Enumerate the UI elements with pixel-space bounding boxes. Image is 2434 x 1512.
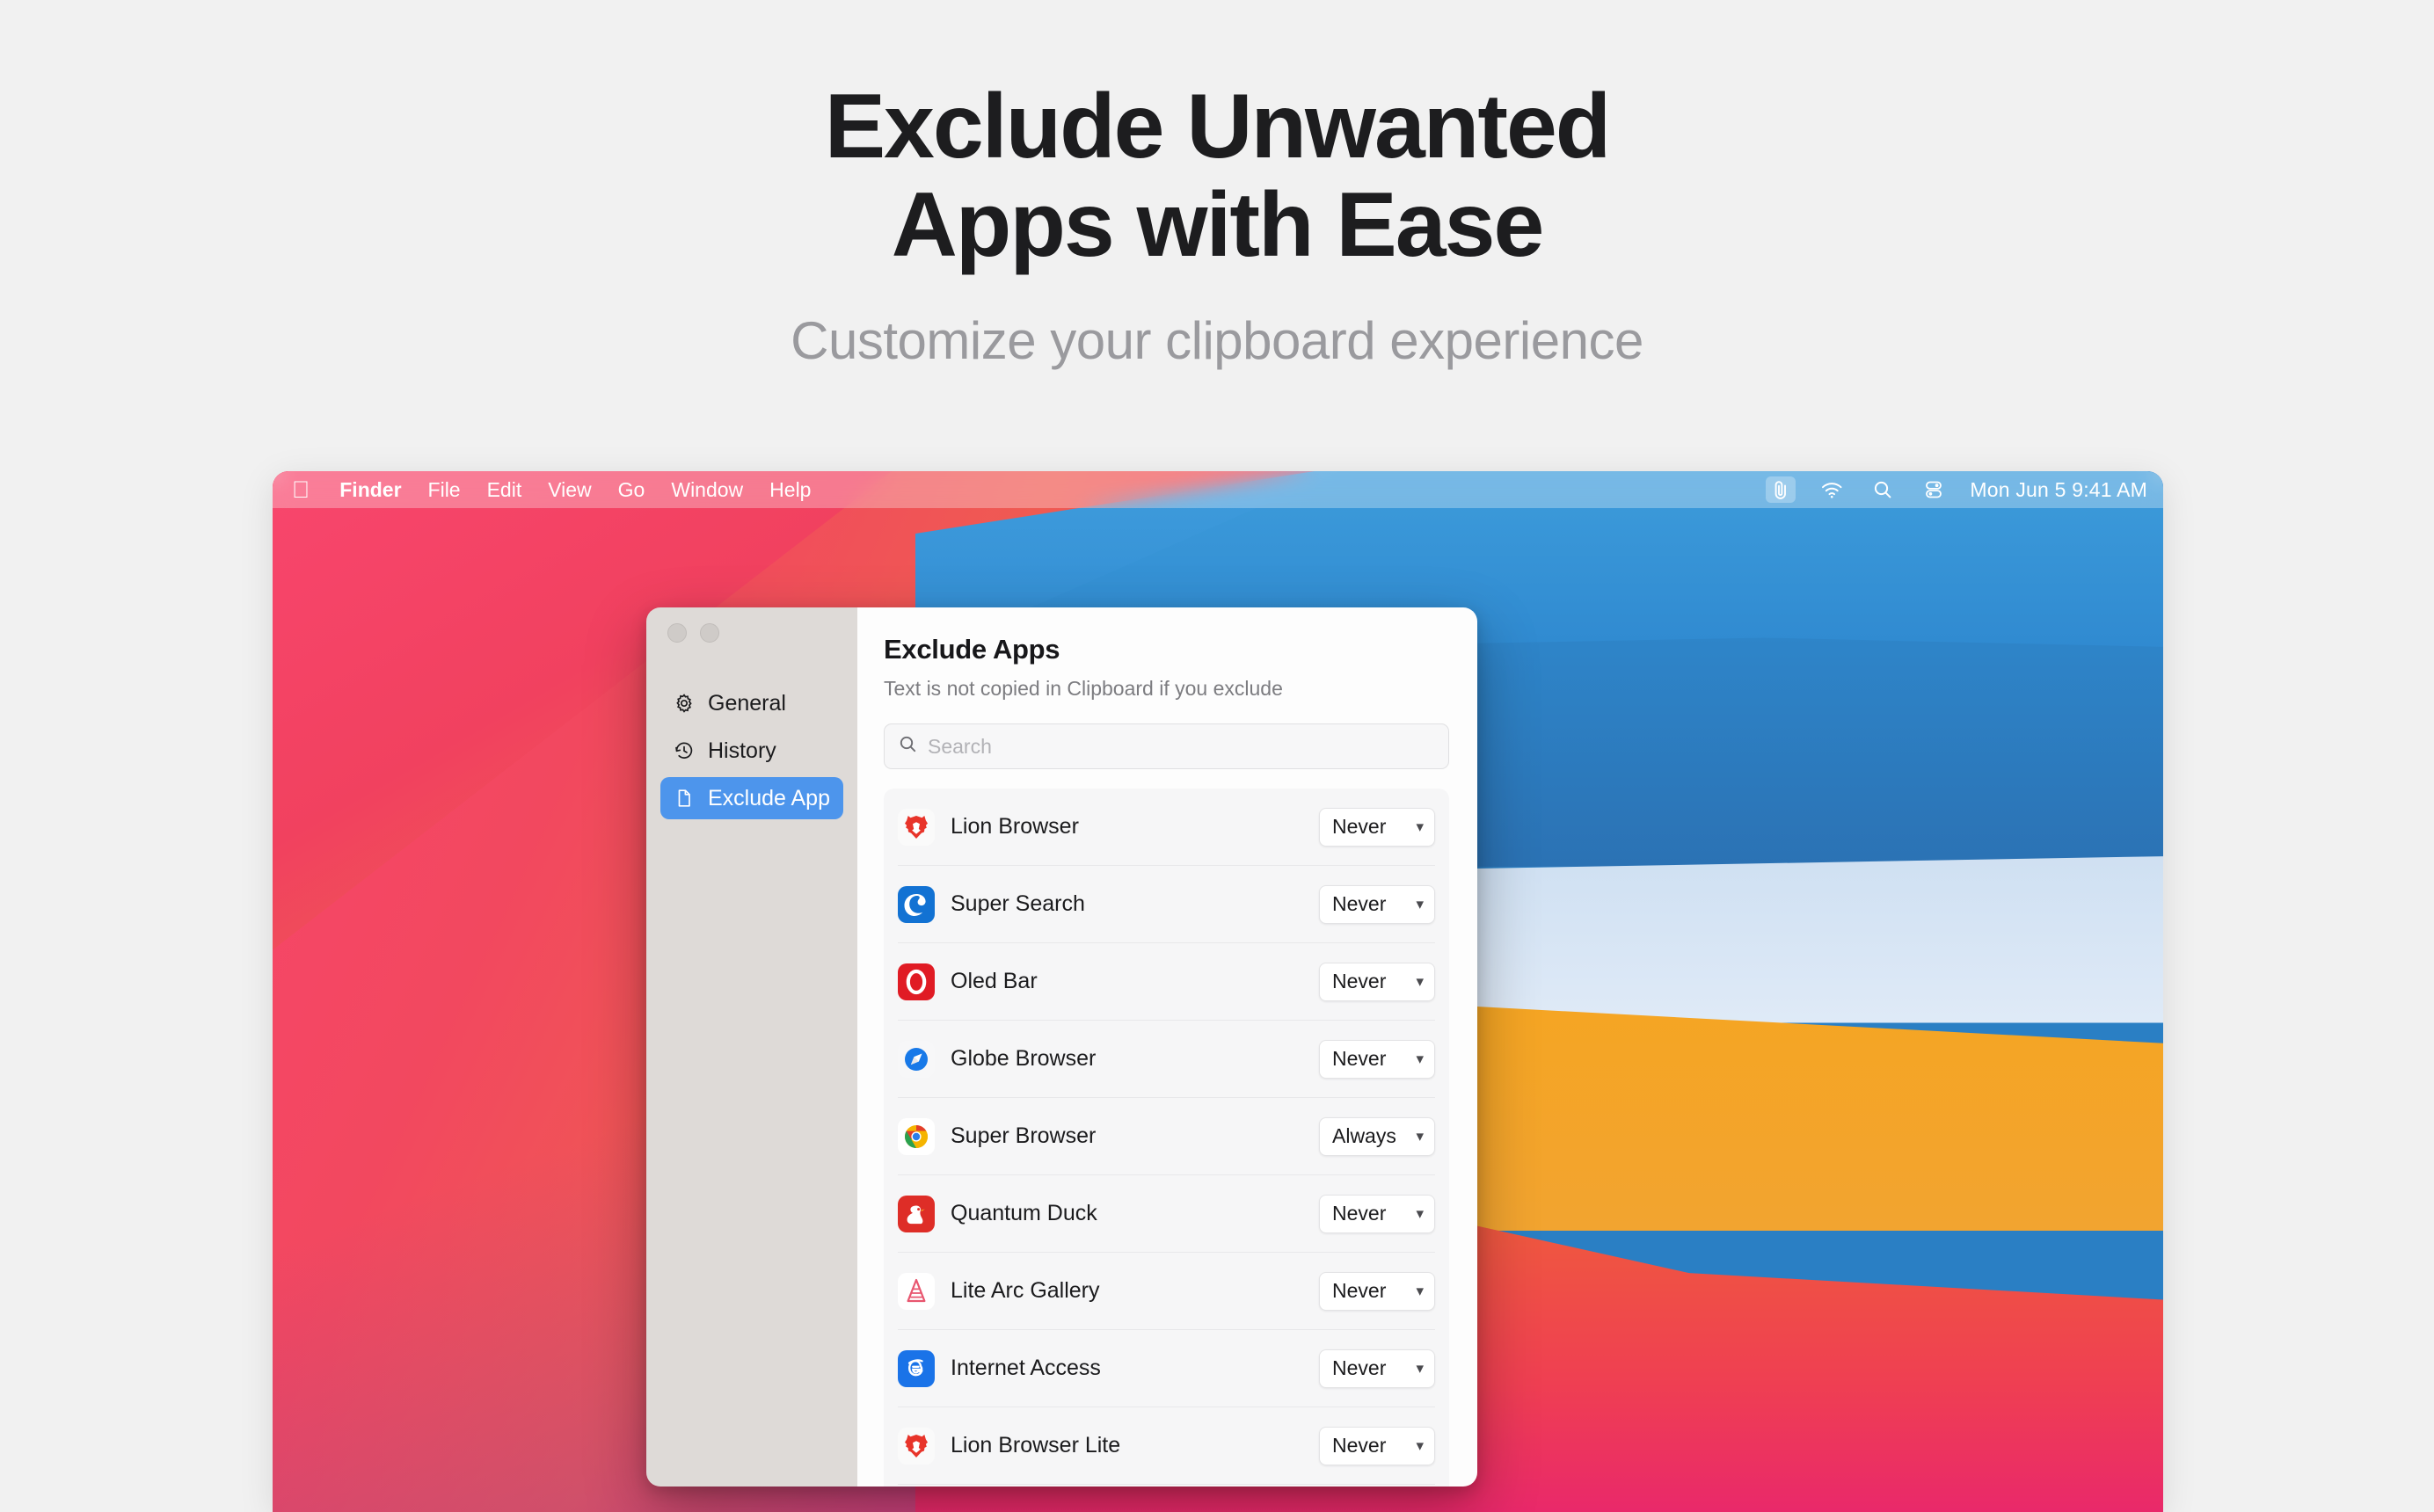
paperclip-icon[interactable] bbox=[1766, 476, 1796, 503]
search-input[interactable] bbox=[928, 734, 1434, 759]
oled-bar-icon bbox=[898, 963, 935, 1000]
menu-item-help[interactable]: Help bbox=[769, 478, 811, 502]
window-traffic-lights bbox=[660, 607, 843, 643]
search-bar[interactable] bbox=[884, 723, 1449, 769]
exclude-state-select[interactable]: Never ▾ bbox=[1319, 1426, 1435, 1465]
app-name: Globe Browser bbox=[951, 1046, 1097, 1071]
page-title-line-2: Apps with Ease bbox=[891, 174, 1545, 277]
menu-item-finder[interactable]: Finder bbox=[339, 478, 401, 502]
table-row[interactable]: Internet Access Never ▾ bbox=[898, 1330, 1435, 1407]
exclude-state-select[interactable]: Never ▾ bbox=[1319, 1039, 1435, 1079]
page-subtitle: Customize your clipboard experience bbox=[791, 310, 1643, 370]
lion-browser-icon bbox=[898, 808, 935, 846]
exclude-state-select[interactable]: Never ▾ bbox=[1319, 1194, 1435, 1233]
exclude-state-value: Never bbox=[1332, 1434, 1387, 1457]
table-row[interactable]: Lion Browser Lite Never ▾ bbox=[898, 1407, 1435, 1485]
chevron-down-icon: ▾ bbox=[1416, 896, 1424, 912]
app-name: Lion Browser bbox=[951, 814, 1079, 839]
quantum-duck-icon bbox=[898, 1195, 935, 1232]
exclude-state-value: Never bbox=[1332, 1356, 1387, 1379]
exclude-state-select[interactable]: Never ▾ bbox=[1319, 1348, 1435, 1388]
table-row[interactable]: Quantum Duck Never ▾ bbox=[898, 1175, 1435, 1253]
control-center-icon[interactable] bbox=[1919, 476, 1949, 503]
chevron-down-icon: ▾ bbox=[1416, 818, 1424, 835]
desktop-screenshot:  Finder File Edit View Go Window Help bbox=[273, 471, 2163, 1512]
wifi-icon[interactable] bbox=[1817, 476, 1847, 503]
search-icon[interactable] bbox=[1868, 476, 1898, 503]
sidebar-item-general[interactable]: General bbox=[660, 682, 843, 724]
minimize-button[interactable] bbox=[700, 623, 719, 643]
menu-item-file[interactable]: File bbox=[428, 478, 461, 502]
chevron-down-icon: ▾ bbox=[1416, 1283, 1424, 1299]
sidebar-item-history[interactable]: History bbox=[660, 730, 843, 772]
app-sidebar: General History Exclude App bbox=[646, 607, 857, 1487]
chevron-down-icon: ▾ bbox=[1416, 1437, 1424, 1454]
lion-browser-lite-icon bbox=[898, 1427, 935, 1465]
close-button[interactable] bbox=[667, 623, 687, 643]
excluded-apps-list: Lion Browser Never ▾ Super Search Never … bbox=[884, 789, 1449, 1487]
super-search-icon bbox=[898, 885, 935, 923]
exclude-state-value: Never bbox=[1332, 815, 1387, 838]
exclude-state-value: Never bbox=[1332, 892, 1387, 915]
menu-item-edit[interactable]: Edit bbox=[487, 478, 522, 502]
exclude-state-select[interactable]: Never ▾ bbox=[1319, 884, 1435, 924]
clock-arrow-icon bbox=[673, 739, 696, 762]
menu-bar-clock[interactable]: Mon Jun 5 9:41 AM bbox=[1970, 478, 2147, 502]
exclude-state-value: Always bbox=[1332, 1124, 1396, 1147]
app-name: Quantum Duck bbox=[951, 1201, 1097, 1225]
sidebar-item-history-label: History bbox=[708, 738, 776, 763]
globe-browser-icon bbox=[898, 1040, 935, 1078]
internet-access-icon bbox=[898, 1349, 935, 1387]
hero-section: Exclude Unwanted Apps with Ease Customiz… bbox=[0, 0, 2434, 371]
gear-icon bbox=[673, 692, 696, 715]
exclude-state-select[interactable]: Never ▾ bbox=[1319, 807, 1435, 847]
table-row[interactable]: Globe Browser Never ▾ bbox=[898, 1021, 1435, 1098]
sidebar-nav: General History Exclude App bbox=[660, 682, 843, 819]
menu-item-view[interactable]: View bbox=[548, 478, 591, 502]
table-row[interactable]: Oled Lite Never ▾ bbox=[898, 1485, 1435, 1487]
apple-icon[interactable]:  bbox=[292, 477, 310, 502]
chevron-down-icon: ▾ bbox=[1416, 1050, 1424, 1067]
content-title: Exclude Apps bbox=[884, 634, 1060, 665]
app-name: Lite Arc Gallery bbox=[951, 1278, 1100, 1303]
chevron-down-icon: ▾ bbox=[1416, 1360, 1424, 1377]
table-row[interactable]: Lite Arc Gallery Never ▾ bbox=[898, 1253, 1435, 1330]
menu-item-go[interactable]: Go bbox=[618, 478, 645, 502]
table-row[interactable]: Oled Bar Never ▾ bbox=[898, 943, 1435, 1021]
app-name: Internet Access bbox=[951, 1356, 1101, 1380]
content-subtitle: Text is not copied in Clipboard if you e… bbox=[884, 677, 1283, 700]
super-browser-icon bbox=[898, 1117, 935, 1155]
menu-item-window[interactable]: Window bbox=[671, 478, 743, 502]
page-title-line-1: Exclude Unwanted bbox=[824, 76, 1612, 178]
chevron-down-icon: ▾ bbox=[1416, 1128, 1424, 1145]
exclude-state-value: Never bbox=[1332, 1279, 1387, 1302]
sidebar-item-general-label: General bbox=[708, 690, 786, 716]
exclude-state-select[interactable]: Always ▾ bbox=[1319, 1116, 1435, 1156]
exclude-state-value: Never bbox=[1332, 1047, 1387, 1070]
exclude-state-value: Never bbox=[1332, 1202, 1387, 1225]
chevron-down-icon: ▾ bbox=[1416, 973, 1424, 990]
app-window: General History Exclude App Exclude Apps… bbox=[646, 607, 1477, 1487]
table-row[interactable]: Super Search Never ▾ bbox=[898, 866, 1435, 943]
sidebar-item-exclude-app-label: Exclude App bbox=[708, 785, 830, 811]
sidebar-item-exclude-app[interactable]: Exclude App bbox=[660, 777, 843, 819]
app-name: Super Browser bbox=[951, 1123, 1097, 1148]
app-name: Lion Browser Lite bbox=[951, 1433, 1121, 1457]
table-row[interactable]: Super Browser Always ▾ bbox=[898, 1098, 1435, 1175]
exclude-state-select[interactable]: Never ▾ bbox=[1319, 962, 1435, 1001]
exclude-state-select[interactable]: Never ▾ bbox=[1319, 1271, 1435, 1311]
search-icon bbox=[899, 735, 917, 758]
app-content: Exclude Apps Text is not copied in Clipb… bbox=[857, 607, 1477, 1487]
macos-menu-bar:  Finder File Edit View Go Window Help bbox=[273, 471, 2163, 508]
document-icon bbox=[673, 787, 696, 810]
exclude-state-value: Never bbox=[1332, 970, 1387, 992]
app-name: Super Search bbox=[951, 891, 1085, 916]
table-row[interactable]: Lion Browser Never ▾ bbox=[898, 789, 1435, 866]
chevron-down-icon: ▾ bbox=[1416, 1205, 1424, 1222]
app-name: Oled Bar bbox=[951, 969, 1038, 993]
lite-arc-gallery-icon bbox=[898, 1272, 935, 1310]
page-title: Exclude Unwanted Apps with Ease bbox=[0, 77, 2434, 275]
